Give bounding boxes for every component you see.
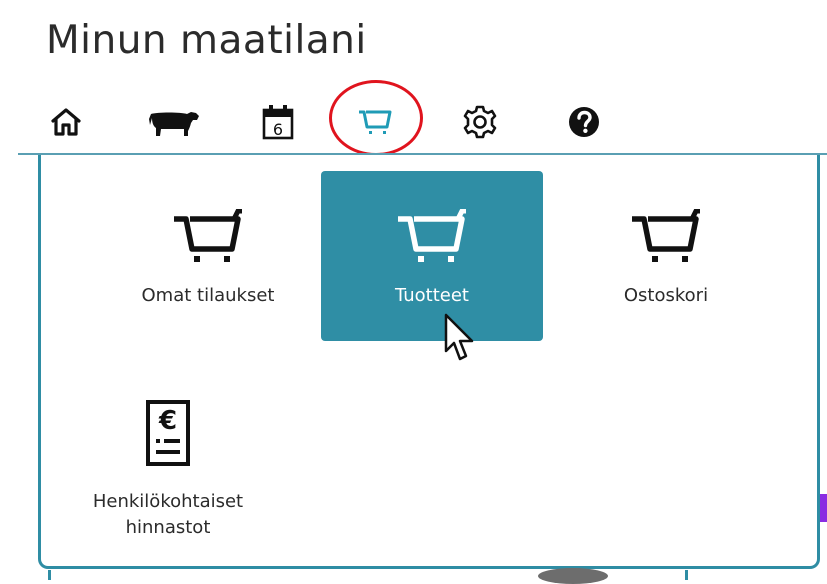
tile-label-line: Henkilökohtaiset	[92, 491, 244, 512]
shopping-cart-icon	[398, 209, 466, 262]
menu-item-tuotteet[interactable]: Tuotteet	[321, 171, 543, 341]
tile-icon-wrap: €	[145, 397, 191, 467]
tile-label: Ostoskori	[623, 285, 709, 306]
svg-text:€: €	[158, 406, 177, 436]
page-title: Minun maatilani	[46, 18, 367, 63]
menu-item-omat-tilaukset[interactable]: Omat tilaukset	[97, 171, 319, 341]
settings-gear-icon	[463, 105, 497, 139]
tile-icon-wrap	[630, 205, 702, 265]
tile-label: Henkilökohtaiset hinnastot	[93, 489, 243, 541]
underlying-content-element	[538, 568, 608, 584]
nav-animals[interactable]	[146, 100, 202, 144]
cattle-icon	[149, 112, 199, 136]
menu-item-ostoskori[interactable]: Ostoskori	[555, 171, 777, 341]
nav-help[interactable]	[562, 100, 606, 144]
tile-label-line: hinnastot	[125, 517, 211, 538]
home-icon	[51, 108, 81, 136]
tile-label: Omat tilaukset	[141, 285, 275, 306]
shopping-cart-icon	[632, 209, 700, 262]
menu-item-henkilokohtaiset-hinnastot[interactable]: € Henkilökohtaiset hinnastot	[57, 377, 279, 547]
nav-calendar[interactable]: 6	[256, 100, 300, 144]
tile-label: Tuotteet	[394, 285, 469, 306]
shop-menu-panel: Omat tilaukset Tuotteet Ostoskori € Henk…	[38, 155, 820, 569]
side-accent-mark	[820, 494, 827, 522]
calendar-icon: 6	[262, 105, 294, 140]
shopping-cart-icon	[359, 110, 392, 134]
tile-icon-wrap	[396, 205, 468, 265]
nav-settings[interactable]	[458, 100, 502, 144]
nav-home[interactable]	[44, 100, 88, 144]
help-icon	[569, 107, 599, 137]
euro-pricelist-icon: €	[146, 400, 190, 466]
nav-shop[interactable]	[353, 100, 397, 144]
tile-icon-wrap	[172, 205, 244, 265]
app-frame: Minun maatilani 6 Omat tilaukset Tuottee…	[0, 0, 827, 584]
shopping-cart-icon	[174, 209, 242, 262]
calendar-day-number: 6	[273, 120, 283, 139]
